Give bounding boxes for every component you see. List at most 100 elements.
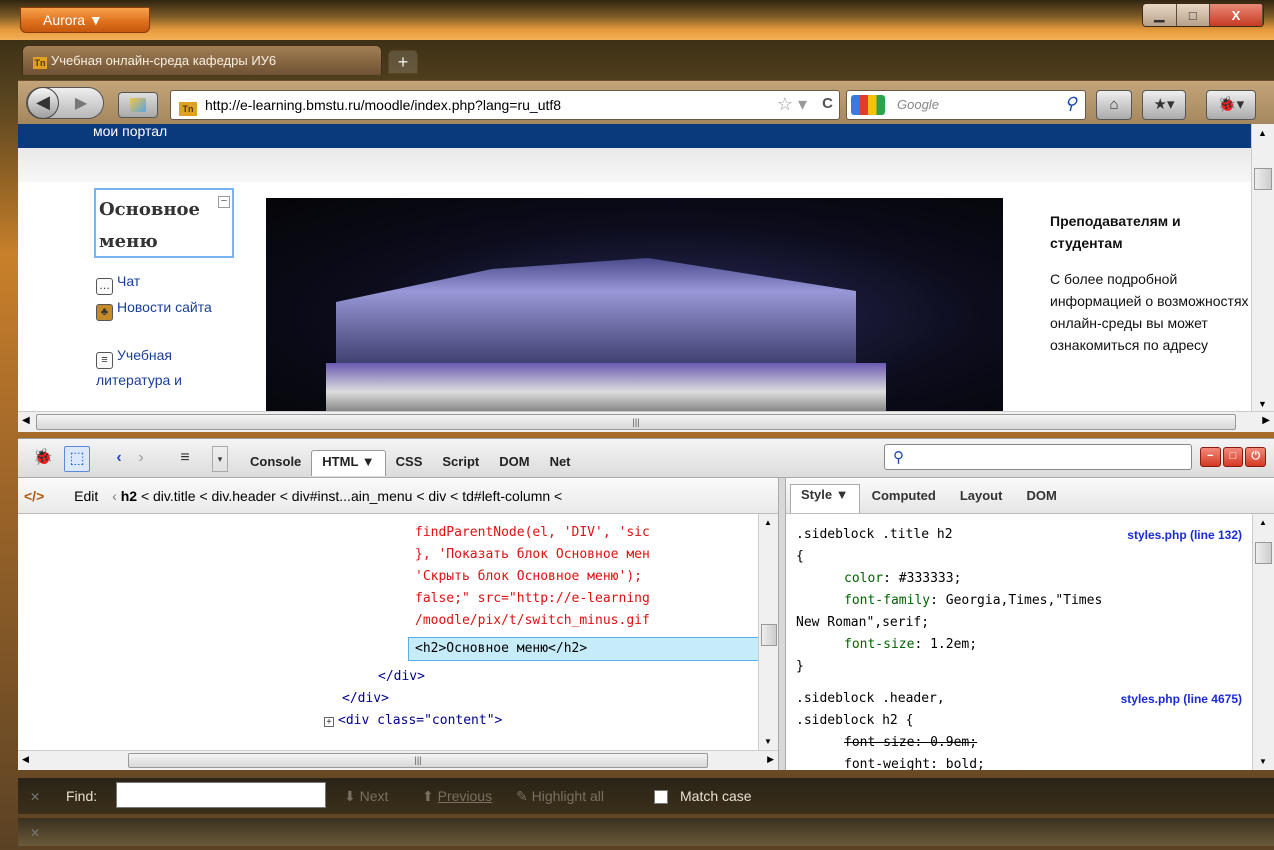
scroll-down-icon[interactable]: ▼ <box>1258 399 1267 409</box>
dropdown-icon[interactable]: ▾ <box>212 446 228 472</box>
tab-css[interactable]: CSS <box>386 450 433 476</box>
html-horizontal-scrollbar[interactable]: ◀ ||| ▶ <box>18 750 778 770</box>
new-tab-button[interactable]: + <box>388 50 418 74</box>
tab-active[interactable]: Tn Учебная онлайн-среда кафедры ИУ6 <box>22 45 382 75</box>
top-bar-text[interactable]: мои портал <box>93 124 167 139</box>
code-line[interactable]: + <div class="content"> <box>324 710 502 732</box>
rule-selector[interactable]: .sideblock .title h2 <box>796 524 953 546</box>
right-column-text: Преподавателям и студентам С более подро… <box>1050 210 1250 356</box>
rule-prop-font-weight[interactable]: font-weight: bold; <box>844 754 985 770</box>
scroll-thumb[interactable] <box>1254 168 1272 190</box>
inspect-icon[interactable]: ⬚ <box>64 446 90 472</box>
firebug-detach-button[interactable]: □ <box>1222 447 1244 467</box>
rule-prop-color[interactable]: color: #333333; <box>844 568 961 590</box>
firebug-minimize-button[interactable]: − <box>1200 447 1221 467</box>
home-button[interactable]: ⌂ <box>1096 90 1132 120</box>
code-line[interactable]: </div> <box>378 666 425 688</box>
search-bar[interactable]: Google ⚲ <box>846 90 1086 120</box>
title-bar <box>0 0 1274 40</box>
scroll-thumb[interactable] <box>1255 542 1272 564</box>
page-horizontal-scrollbar[interactable]: ◀ ||| ▶ <box>18 411 1274 432</box>
addon-bar-close-icon[interactable]: ✕ <box>30 826 40 840</box>
close-button[interactable]: X <box>1210 4 1263 26</box>
find-close-icon[interactable]: ✕ <box>30 790 40 804</box>
tab-console[interactable]: Console <box>240 450 311 476</box>
scroll-right-icon[interactable]: ▶ <box>1262 415 1270 426</box>
match-case-checkbox[interactable] <box>654 790 668 804</box>
tab-layout[interactable]: Layout <box>948 488 1015 513</box>
scroll-left-icon[interactable]: ◀ <box>22 754 29 765</box>
maximize-button[interactable]: □ <box>1176 4 1210 26</box>
collapse-minus-icon[interactable]: − <box>218 196 230 208</box>
minimize-button[interactable]: ▁ <box>1143 4 1177 26</box>
search-engine-icon[interactable] <box>851 95 885 115</box>
menu-item-literature[interactable]: ≡ Учебная литература и <box>96 344 226 391</box>
code-line[interactable]: </div> <box>342 688 389 710</box>
tab-computed[interactable]: Computed <box>860 488 948 513</box>
expand-plus-icon[interactable]: + <box>324 717 334 727</box>
tab-script[interactable]: Script <box>432 450 489 476</box>
reload-icon[interactable]: C <box>822 95 833 112</box>
menu-item-news[interactable]: ♣ Новости сайта <box>96 296 226 321</box>
rule-source-link[interactable]: styles.php (line 132) <box>1127 528 1242 542</box>
firebug-button[interactable]: 🐞▾ <box>1206 90 1256 120</box>
menu-item-chat[interactable]: … Чат <box>96 270 226 295</box>
code-line-selected[interactable]: <h2>Основное меню</h2> <box>415 638 587 660</box>
tab-dom[interactable]: DOM <box>489 450 539 476</box>
find-next-button[interactable]: ⬇ Next <box>344 788 388 805</box>
addon-button[interactable] <box>118 92 158 118</box>
match-case-label[interactable]: Match case <box>680 788 752 804</box>
pane-splitter[interactable] <box>778 478 786 770</box>
url-bar[interactable]: Tn http://e-learning.bmstu.ru/moodle/inde… <box>170 90 840 120</box>
bookmark-star-icon[interactable]: ☆ ▾ <box>777 94 807 115</box>
search-icon[interactable]: ⚲ <box>1065 94 1077 114</box>
highlight-label: Highlight all <box>531 788 604 804</box>
style-vertical-scrollbar[interactable]: ▲ ▼ <box>1252 514 1274 770</box>
edit-button[interactable]: Edit <box>74 488 98 504</box>
html-edit-icon[interactable]: </> <box>24 488 44 504</box>
scroll-down-icon[interactable]: ▼ <box>764 737 772 746</box>
find-input[interactable] <box>116 782 326 808</box>
scroll-thumb[interactable]: ||| <box>128 753 708 768</box>
app-menu-button[interactable]: Aurora ▼ <box>20 7 150 33</box>
back-button[interactable]: ◀ <box>27 87 59 119</box>
crumb-left-icon[interactable]: ‹ <box>112 488 121 504</box>
firebug-window-controls: − □ ⏻ <box>1200 447 1267 467</box>
scroll-up-icon[interactable]: ▲ <box>764 518 772 527</box>
firebug-search-input[interactable]: ⚲ <box>884 444 1192 470</box>
html-vertical-scrollbar[interactable]: ▲ ▼ <box>758 514 778 750</box>
overridden-prop[interactable]: font-size: 0.9em; <box>844 732 977 754</box>
scroll-down-icon[interactable]: ▼ <box>1259 757 1267 766</box>
firebug-menu-icon[interactable]: 🐞 <box>30 446 56 472</box>
code-line: /moodle/pix/t/switch_minus.gif <box>415 613 650 628</box>
menu-item-label: Чат <box>117 273 141 289</box>
crumb-current[interactable]: h2 <box>121 488 137 504</box>
building-base <box>326 363 886 411</box>
scroll-up-icon[interactable]: ▲ <box>1258 128 1267 138</box>
tab-side-dom[interactable]: DOM <box>1014 488 1068 513</box>
forward-button[interactable]: ▶ <box>59 93 103 113</box>
forward-arrow-icon[interactable]: › <box>128 446 154 472</box>
tab-style[interactable]: Style ▼ <box>790 484 860 513</box>
scroll-thumb[interactable] <box>761 624 777 646</box>
crumb-path[interactable]: < div.title < div.header < div#inst...ai… <box>141 488 562 504</box>
rule-selector[interactable]: .sideblock h2 { <box>796 710 913 732</box>
firebug-close-button[interactable]: ⏻ <box>1245 447 1267 467</box>
tab-net[interactable]: Net <box>540 450 581 476</box>
page-vertical-scrollbar[interactable]: ▲ ▼ <box>1251 124 1274 411</box>
rule-source-link[interactable]: styles.php (line 4675) <box>1121 692 1242 706</box>
scroll-right-icon[interactable]: ▶ <box>767 754 774 765</box>
list-icon[interactable]: ≡ <box>172 446 198 472</box>
bookmarks-icon: ★▾ <box>1153 96 1175 113</box>
rule-selector[interactable]: .sideblock .header, <box>796 688 945 710</box>
tab-html[interactable]: HTML ▼ <box>311 450 386 476</box>
rule-prop-font-family[interactable]: font-family: Georgia,Times,"Times <box>844 590 1102 612</box>
find-previous-button[interactable]: ⬆ Previous <box>422 788 492 805</box>
bookmarks-button[interactable]: ★▾ <box>1142 90 1186 120</box>
firebug-tabs: Console HTML ▼ CSS Script DOM Net <box>240 450 581 476</box>
scroll-up-icon[interactable]: ▲ <box>1259 518 1267 527</box>
scroll-thumb[interactable]: ||| <box>36 414 1236 430</box>
scroll-left-icon[interactable]: ◀ <box>22 415 30 426</box>
rule-prop-font-size[interactable]: font-size: 1.2em; <box>844 634 977 656</box>
highlight-all-button[interactable]: ✎ Highlight all <box>516 788 604 805</box>
